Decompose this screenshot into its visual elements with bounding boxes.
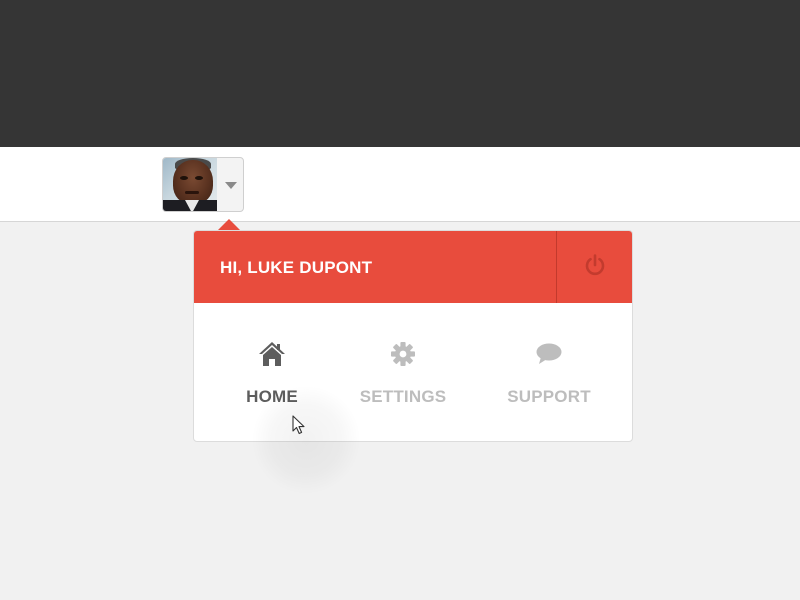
dropdown-caret-button[interactable]: [217, 158, 243, 211]
mouse-cursor-icon: [292, 415, 306, 435]
user-menu-toggle[interactable]: [162, 157, 244, 212]
menu-item-settings[interactable]: SETTINGS: [333, 303, 473, 441]
logout-button[interactable]: [556, 231, 632, 303]
menu-item-label: SUPPORT: [507, 387, 591, 406]
avatar[interactable]: [163, 158, 217, 211]
menu-item-support[interactable]: SUPPORT: [479, 303, 619, 441]
dropdown-menu-items: HOME SETTINGS SUPPORT: [194, 303, 632, 441]
top-banner: [0, 0, 800, 147]
power-icon: [583, 253, 607, 282]
dropdown-header: HI, LUKE DUPONT: [194, 231, 632, 303]
home-icon: [257, 339, 287, 369]
menu-item-label: HOME: [246, 387, 298, 406]
user-dropdown-menu: HI, LUKE DUPONT HOME SETTINGS SUPPORT: [193, 230, 633, 442]
user-greeting: HI, LUKE DUPONT: [220, 258, 373, 277]
menu-item-home[interactable]: HOME: [202, 303, 342, 441]
navigation-bar: [0, 147, 800, 222]
speech-bubble-icon: [534, 339, 564, 369]
gear-icon: [388, 339, 418, 369]
menu-item-label: SETTINGS: [359, 387, 447, 406]
chevron-down-icon: [224, 181, 237, 190]
